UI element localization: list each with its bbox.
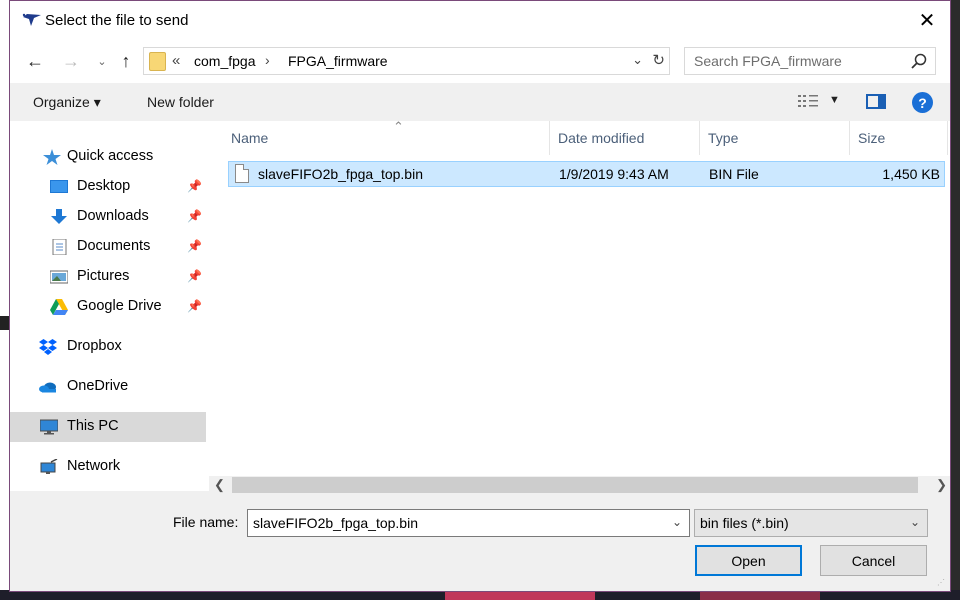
google-drive-icon <box>50 299 68 315</box>
up-button[interactable]: ↑ <box>114 49 138 73</box>
nav-item-this-pc[interactable]: This PC <box>10 412 206 442</box>
file-list: Name ⌃ Date modified Type Size slaveFIFO… <box>209 119 950 476</box>
chevron-down-icon: ⌄ <box>909 515 920 529</box>
file-type-value: bin files (*.bin) <box>700 515 789 531</box>
chevron-down-icon: ⌄ <box>97 55 107 68</box>
network-icon <box>40 459 58 474</box>
horizontal-scrollbar[interactable]: ❮ ❯ <box>209 476 950 494</box>
resize-grip-icon[interactable]: ⋰ <box>937 578 947 588</box>
picture-icon <box>50 270 68 284</box>
search-icon[interactable] <box>910 52 928 70</box>
refresh-icon[interactable]: ↻ <box>652 51 665 69</box>
file-open-dialog: Select the file to send ✕ ← → ⌄ ↑ « com_… <box>9 0 951 592</box>
view-details-icon[interactable] <box>797 93 819 109</box>
dropbox-icon <box>39 339 57 355</box>
forward-button[interactable]: → <box>59 49 83 73</box>
nav-item-label: Quick access <box>67 148 154 164</box>
file-name-label: File name: <box>173 514 239 530</box>
file-row[interactable]: slaveFIFO2b_fpga_top.bin 1/9/2019 9:43 A… <box>228 161 945 187</box>
close-button[interactable]: ✕ <box>904 1 950 39</box>
search-input[interactable]: Search FPGA_firmware <box>684 47 936 75</box>
back-arrow-icon: ← <box>26 50 44 71</box>
cancel-button[interactable]: Cancel <box>820 545 927 576</box>
pin-icon[interactable]: 📌 <box>187 269 202 283</box>
file-type-select[interactable]: bin files (*.bin) ⌄ <box>694 509 928 537</box>
star-icon <box>43 149 61 165</box>
title-bar[interactable]: Select the file to send ✕ <box>10 1 950 39</box>
file-icon <box>235 164 249 183</box>
nav-item-pictures[interactable]: Pictures 📌 <box>10 262 206 292</box>
file-type: BIN File <box>709 166 759 182</box>
app-icon <box>22 13 41 26</box>
sort-ascending-icon: ⌃ <box>393 119 404 134</box>
column-header-label: Size <box>858 130 886 146</box>
nav-item-label: Dropbox <box>67 338 122 354</box>
nav-item-desktop[interactable]: Desktop 📌 <box>10 172 206 202</box>
pin-icon[interactable]: 📌 <box>187 299 202 313</box>
column-header-type[interactable]: Type <box>700 121 850 155</box>
nav-item-documents[interactable]: Documents 📌 <box>10 232 206 262</box>
nav-item-label: Desktop <box>77 178 131 194</box>
column-header-label: Type <box>708 130 739 146</box>
column-header-name[interactable]: Name ⌃ <box>223 119 550 155</box>
help-icon[interactable]: ? <box>912 92 933 113</box>
document-icon <box>52 239 67 255</box>
new-folder-button[interactable]: New folder <box>147 94 214 110</box>
search-placeholder: Search FPGA_firmware <box>694 53 842 69</box>
monitor-icon <box>40 419 58 435</box>
nav-item-label: OneDrive <box>67 378 129 394</box>
nav-item-downloads[interactable]: Downloads 📌 <box>10 202 206 232</box>
pin-icon[interactable]: 📌 <box>187 179 202 193</box>
pin-icon[interactable]: 📌 <box>187 209 202 223</box>
column-header-label: Date modified <box>558 130 645 146</box>
command-bar: Organize ▾ New folder ▼ ? <box>10 83 950 121</box>
cloud-icon <box>39 382 56 393</box>
nav-item-network[interactable]: Network <box>10 452 206 482</box>
nav-item-label: Downloads <box>77 208 149 224</box>
column-header-size[interactable]: Size <box>850 121 948 155</box>
address-row: ← → ⌄ ↑ « com_fpga › FPGA_firmware ⌄ ↻ S… <box>10 39 950 83</box>
address-bar[interactable]: « com_fpga › FPGA_firmware ⌄ ↻ <box>143 47 670 75</box>
navigation-pane: Quick access Desktop 📌 Downloads 📌 Docum… <box>10 121 209 491</box>
column-header-label: Name <box>231 130 269 146</box>
nav-item-label: Network <box>67 458 121 474</box>
organize-button[interactable]: Organize ▾ <box>33 94 101 111</box>
nav-item-dropbox[interactable]: Dropbox <box>10 332 206 362</box>
breadcrumb-separator-icon[interactable]: › <box>265 52 270 68</box>
back-button[interactable]: ← <box>23 49 47 73</box>
file-date: 1/9/2019 9:43 AM <box>559 166 669 182</box>
close-icon: ✕ <box>918 9 936 32</box>
nav-item-label: This PC <box>67 418 119 434</box>
folder-icon <box>149 52 166 71</box>
open-button[interactable]: Open <box>695 545 802 576</box>
address-history-dropdown[interactable]: ⌄ <box>632 52 643 68</box>
scrollbar-thumb[interactable] <box>232 477 918 493</box>
recent-locations-button[interactable]: ⌄ <box>90 49 114 73</box>
breadcrumb-segment[interactable]: com_fpga <box>194 53 255 69</box>
preview-pane-icon[interactable] <box>866 94 886 109</box>
up-arrow-icon: ↑ <box>121 50 131 71</box>
nav-item-label: Documents <box>77 238 151 254</box>
file-size: 1,450 KB <box>882 166 940 182</box>
view-options-dropdown[interactable]: ▼ <box>829 94 840 106</box>
file-name-field[interactable]: slaveFIFO2b_fpga_top.bin ⌄ <box>247 509 690 537</box>
window-title: Select the file to send <box>45 12 189 29</box>
nav-item-google-drive[interactable]: Google Drive 📌 <box>10 292 206 322</box>
scroll-left-icon[interactable]: ❮ <box>214 477 225 493</box>
file-name-value: slaveFIFO2b_fpga_top.bin <box>253 515 418 531</box>
scroll-right-icon[interactable]: ❯ <box>936 477 947 493</box>
chevron-down-icon[interactable]: ⌄ <box>672 515 682 529</box>
breadcrumb-overflow[interactable]: « <box>172 52 180 69</box>
column-header-date-modified[interactable]: Date modified <box>550 121 700 155</box>
forward-arrow-icon: → <box>62 50 80 71</box>
nav-item-onedrive[interactable]: OneDrive <box>10 372 206 402</box>
desktop-icon <box>50 180 68 193</box>
nav-item-label: Google Drive <box>77 298 162 314</box>
file-name: slaveFIFO2b_fpga_top.bin <box>258 166 423 182</box>
pin-icon[interactable]: 📌 <box>187 239 202 253</box>
nav-item-quick-access[interactable]: Quick access <box>10 142 206 172</box>
breadcrumb-segment[interactable]: FPGA_firmware <box>288 53 388 69</box>
nav-item-label: Pictures <box>77 268 130 284</box>
download-arrow-icon <box>51 209 67 224</box>
